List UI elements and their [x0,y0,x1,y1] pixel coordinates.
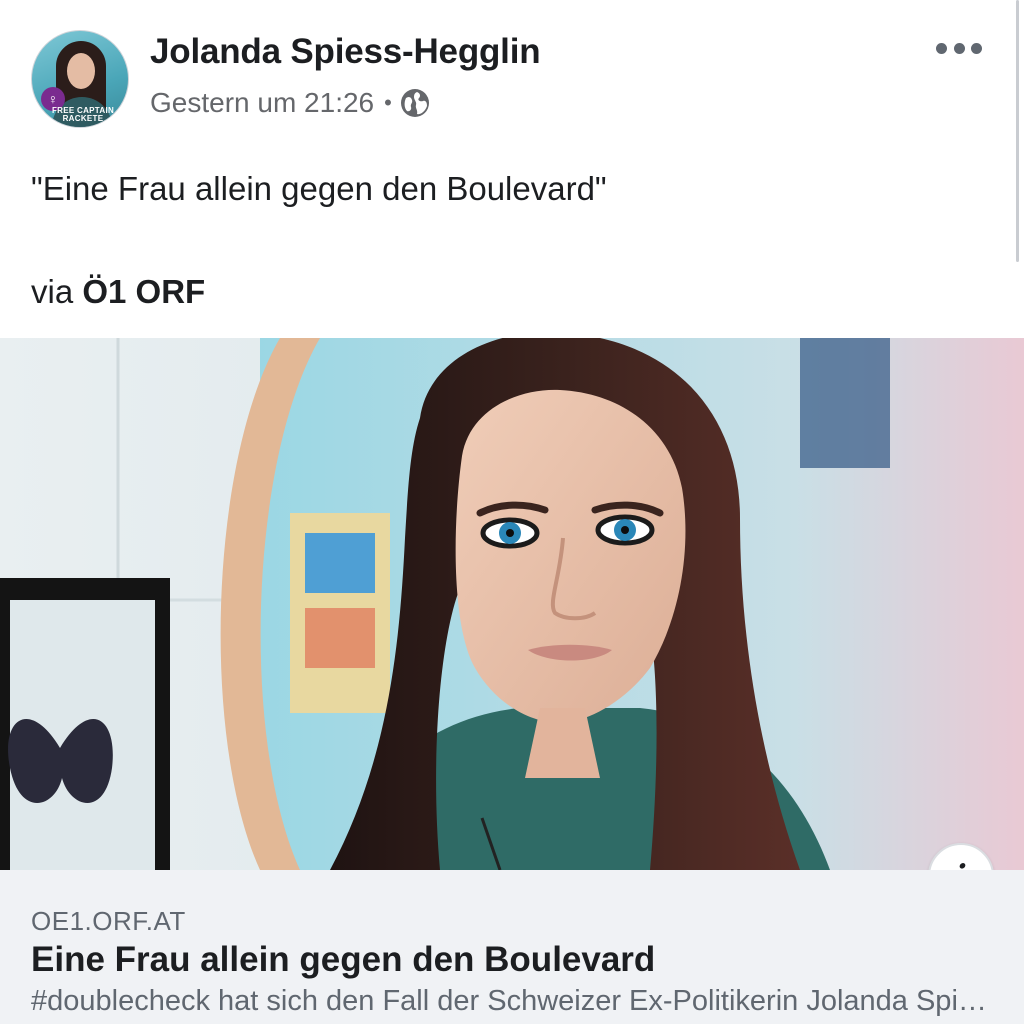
globe-icon[interactable] [400,88,430,118]
avatar-badge-line-2: RACKETE [62,114,104,123]
avatar-badge-text: FREE CAPTAIN RACKETE [46,107,120,123]
poster-right [800,338,890,468]
link-preview-card[interactable]: OE1.ORF.AT Eine Frau allein gegen den Bo… [0,870,1024,1024]
right-pupil [621,526,629,534]
author-name[interactable]: Jolanda Spiess-Hegglin [150,32,541,72]
more-dot [953,42,965,54]
post-timestamp[interactable]: Gestern um 21:26 [150,87,374,119]
poster-left-art [305,533,375,593]
post-via: via Ö1 ORF [31,273,205,311]
more-dot [971,42,982,54]
post-header: ♀ FREE CAPTAIN RACKETE Jolanda Spiess-He… [0,0,1024,150]
link-domain: OE1.ORF.AT [31,906,186,936]
scroll-indicator [1016,0,1019,262]
via-source[interactable]: Ö1 ORF [82,273,205,310]
meta-separator: • [384,90,392,115]
author-avatar[interactable]: ♀ FREE CAPTAIN RACKETE [31,30,129,128]
more-options-icon[interactable] [936,34,982,62]
link-title[interactable]: Eine Frau allein gegen den Boulevard [31,940,655,980]
via-prefix: via [31,273,74,310]
post-meta: Gestern um 21:26 • [150,87,430,119]
avatar-face [67,53,95,89]
poster-left-art [305,608,375,668]
link-preview-image[interactable] [0,338,1024,870]
link-description: #doublecheck hat sich den Fall der Schwe… [31,985,1001,1017]
more-dot [936,42,947,54]
post-text: "Eine Frau allein gegen den Boulevard" [31,170,607,207]
left-pupil [506,529,514,537]
portrait-illustration [0,338,1024,870]
